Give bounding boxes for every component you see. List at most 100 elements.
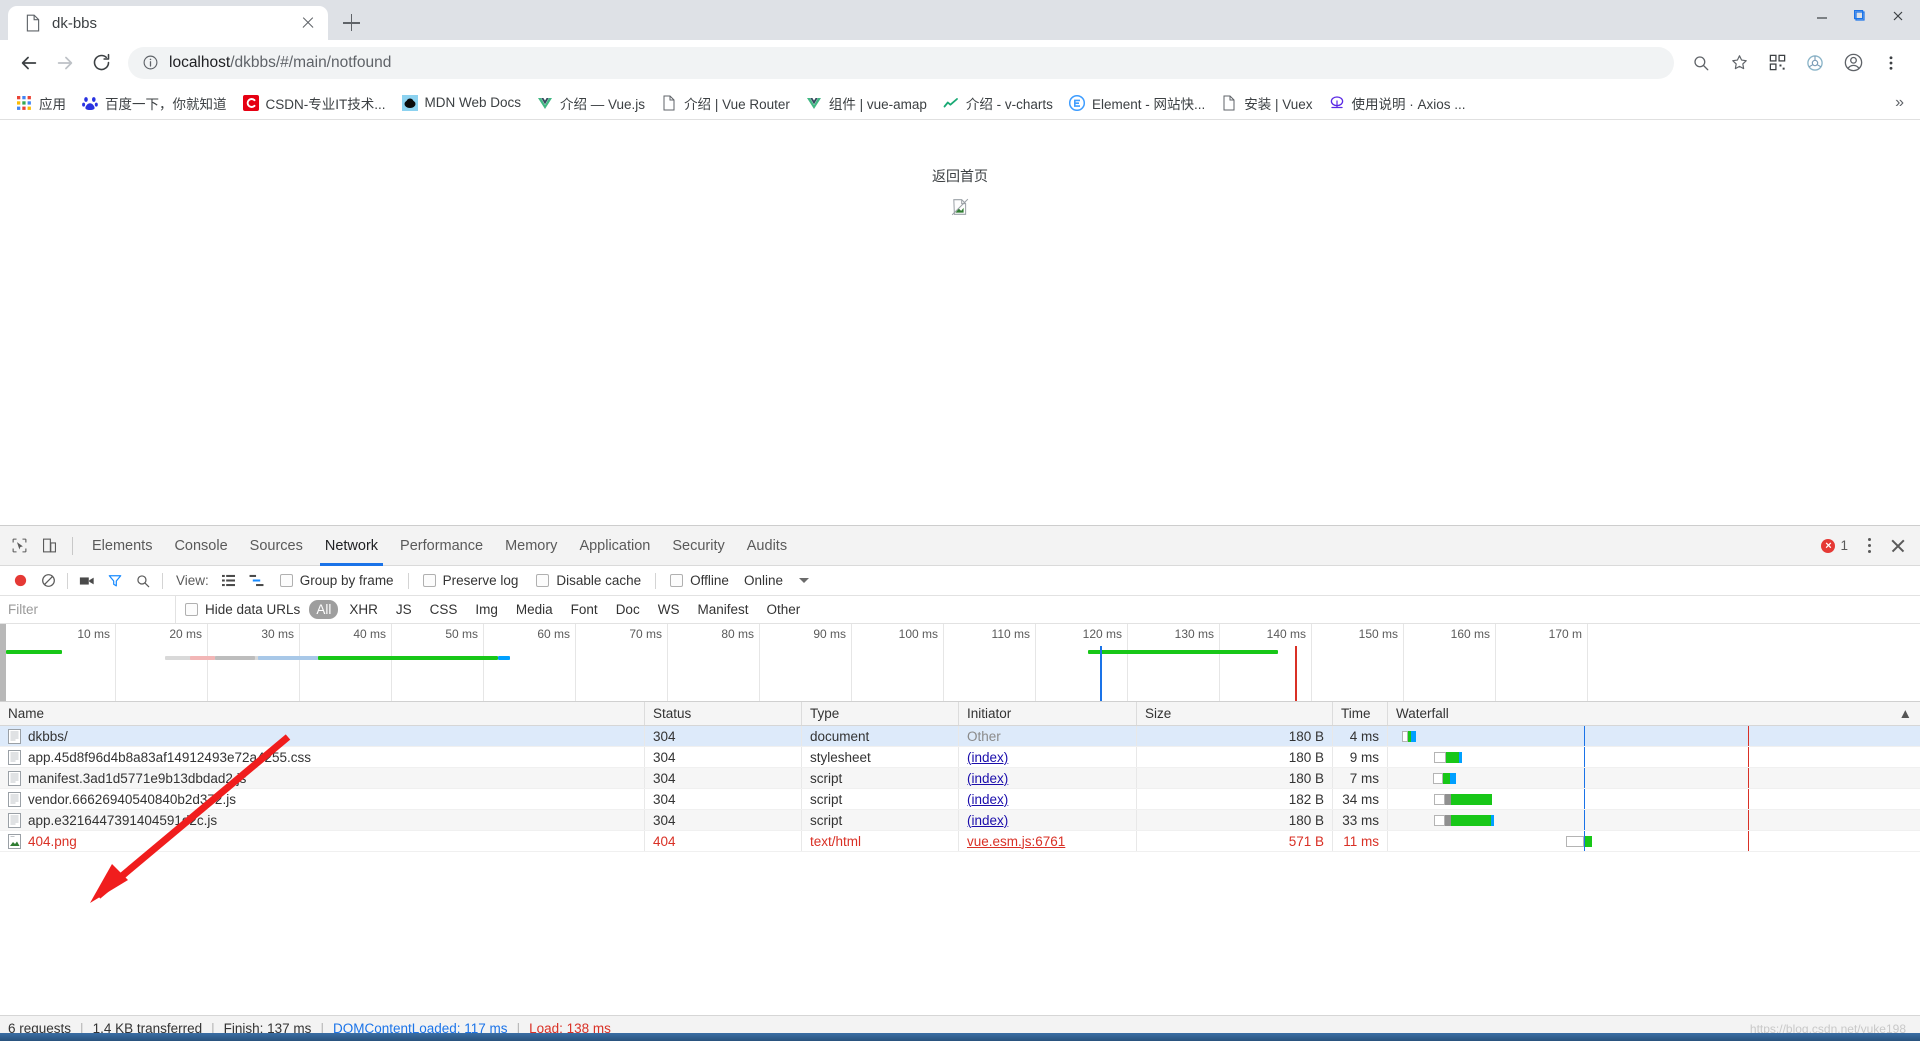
checkbox-box[interactable] (279, 574, 293, 587)
clear-icon[interactable] (34, 568, 62, 594)
bookmark-item-mdn[interactable]: MDN Web Docs (394, 92, 530, 114)
extension-icon[interactable] (1798, 46, 1832, 80)
checkbox-box[interactable] (185, 603, 198, 616)
column-header-waterfall[interactable]: Waterfall ▲ (1388, 702, 1920, 725)
checkbox-box[interactable] (670, 574, 684, 587)
type-filter-ws[interactable]: WS (651, 600, 687, 619)
screenshot-camera-icon[interactable] (73, 568, 101, 594)
bookmark-item-element[interactable]: Element - 网站快... (1061, 90, 1213, 116)
table-row[interactable]: vendor.66626940540840b2d372.js 304 scrip… (0, 789, 1920, 810)
cell-initiator[interactable]: (index) (959, 747, 1137, 767)
account-icon[interactable] (1836, 46, 1870, 80)
type-filter-other[interactable]: Other (759, 600, 807, 619)
site-info-icon[interactable] (142, 54, 159, 71)
type-filter-css[interactable]: CSS (423, 600, 465, 619)
tab-elements[interactable]: Elements (81, 526, 163, 566)
bookmark-item-vue-router[interactable]: 介绍 | Vue Router (653, 90, 798, 116)
list-view-icon[interactable] (215, 568, 243, 594)
bookmark-item-csdn[interactable]: CSDN-专业IT技术... (235, 90, 394, 116)
bookmark-item-baidu[interactable]: 百度一下，你就知道 (74, 90, 235, 116)
inspect-element-icon[interactable] (4, 531, 34, 561)
close-tab-icon[interactable] (298, 13, 318, 33)
cell-name[interactable]: app.e3216447391404591d2c.js (0, 810, 645, 830)
back-to-home-link[interactable]: 返回首页 (932, 166, 988, 186)
filter-input[interactable] (0, 596, 176, 623)
device-toolbar-icon[interactable] (34, 531, 64, 561)
minimize-button[interactable] (1804, 4, 1840, 28)
error-count-badge[interactable]: × 1 (1815, 538, 1854, 553)
cell-initiator[interactable]: (index) (959, 810, 1137, 830)
table-row[interactable]: app.45d8f96d4b8a83af14912493e72a4255.css… (0, 747, 1920, 768)
column-header-size[interactable]: Size (1137, 702, 1333, 725)
maximize-button[interactable] (1842, 4, 1878, 28)
type-filter-js[interactable]: JS (389, 600, 419, 619)
record-button-icon[interactable] (6, 568, 34, 594)
checkbox-box[interactable] (422, 574, 436, 587)
bookmark-item-apps[interactable]: 应用 (8, 90, 74, 116)
table-row[interactable]: 404.png 404 text/html vue.esm.js:6761 57… (0, 831, 1920, 852)
table-row[interactable]: manifest.3ad1d5771e9b13dbdad2.js 304 scr… (0, 768, 1920, 789)
column-header-time[interactable]: Time (1333, 702, 1388, 725)
tab-audits[interactable]: Audits (736, 526, 798, 566)
tab-performance[interactable]: Performance (389, 526, 494, 566)
bookmark-item-vuejs[interactable]: 介绍 — Vue.js (529, 90, 653, 116)
new-tab-button[interactable] (334, 8, 368, 38)
tab-network[interactable]: Network (314, 526, 389, 566)
cell-initiator[interactable]: (index) (959, 789, 1137, 809)
waterfall-view-icon[interactable] (243, 568, 271, 594)
cell-initiator[interactable]: vue.esm.js:6761 (959, 831, 1137, 851)
cell-name[interactable]: manifest.3ad1d5771e9b13dbdad2.js (0, 768, 645, 788)
bookmark-item-vue-amap[interactable]: 组件 | vue-amap (798, 90, 935, 116)
type-filter-img[interactable]: Img (468, 600, 505, 619)
kebab-menu-icon[interactable] (1874, 46, 1908, 80)
cell-initiator[interactable]: (index) (959, 768, 1137, 788)
type-filter-manifest[interactable]: Manifest (690, 600, 755, 619)
column-header-status[interactable]: Status (645, 702, 802, 725)
bookmark-item-axios[interactable]: 使用说明 · Axios ... (1321, 90, 1474, 116)
cell-name[interactable]: vendor.66626940540840b2d372.js (0, 789, 645, 809)
offline-checkbox[interactable]: Offline (661, 573, 738, 588)
devtools-close-icon[interactable] (1884, 532, 1912, 560)
preserve-log-checkbox[interactable]: Preserve log (414, 573, 528, 588)
type-filter-media[interactable]: Media (509, 600, 560, 619)
address-bar[interactable]: localhost/dkbbs/#/main/notfound (128, 46, 1674, 79)
qr-code-icon[interactable] (1760, 46, 1794, 80)
cell-name[interactable]: app.45d8f96d4b8a83af14912493e72a4255.css (0, 747, 645, 767)
table-row[interactable]: dkbbs/ 304 document Other 180 B 4 ms (0, 726, 1920, 747)
type-filter-font[interactable]: Font (564, 600, 605, 619)
type-filter-all[interactable]: All (309, 600, 339, 619)
filter-funnel-icon[interactable] (101, 568, 129, 594)
devtools-more-icon[interactable] (1856, 533, 1882, 559)
tab-memory[interactable]: Memory (494, 526, 568, 566)
reload-button[interactable] (84, 46, 118, 80)
table-row[interactable]: app.e3216447391404591d2c.js 304 script (… (0, 810, 1920, 831)
cell-name[interactable]: 404.png (0, 831, 645, 851)
throttling-value[interactable]: Online (738, 573, 789, 588)
bookmark-item-v-charts[interactable]: 介绍 - v-charts (935, 90, 1061, 116)
group-by-frame-checkbox[interactable]: Group by frame (271, 573, 403, 588)
search-icon[interactable] (129, 568, 157, 594)
tab-application[interactable]: Application (568, 526, 661, 566)
chevron-down-icon[interactable] (798, 578, 809, 583)
column-header-name[interactable]: Name (0, 702, 645, 725)
bookmark-item-vuex[interactable]: 安装 | Vuex (1213, 90, 1320, 116)
type-filter-xhr[interactable]: XHR (342, 600, 385, 619)
disable-cache-checkbox[interactable]: Disable cache (527, 573, 650, 588)
tab-sources[interactable]: Sources (239, 526, 314, 566)
tab-console[interactable]: Console (163, 526, 238, 566)
column-header-initiator[interactable]: Initiator (959, 702, 1137, 725)
search-icon[interactable] (1684, 46, 1718, 80)
back-button[interactable] (12, 46, 46, 80)
browser-tab[interactable]: dk-bbs (8, 6, 328, 40)
forward-button[interactable] (48, 46, 82, 80)
star-icon[interactable] (1722, 46, 1756, 80)
bookmarks-overflow-button[interactable]: » (1887, 94, 1912, 112)
checkbox-box[interactable] (536, 574, 550, 587)
network-overview-timeline[interactable]: 10 ms 20 ms 30 ms 40 ms 50 ms 60 ms 70 m… (0, 624, 1920, 702)
close-window-button[interactable] (1880, 4, 1916, 28)
column-header-type[interactable]: Type (802, 702, 959, 725)
tab-security[interactable]: Security (661, 526, 735, 566)
cell-name[interactable]: dkbbs/ (0, 726, 645, 746)
type-filter-doc[interactable]: Doc (609, 600, 647, 619)
hide-data-urls-checkbox[interactable]: Hide data URLs (176, 602, 309, 617)
